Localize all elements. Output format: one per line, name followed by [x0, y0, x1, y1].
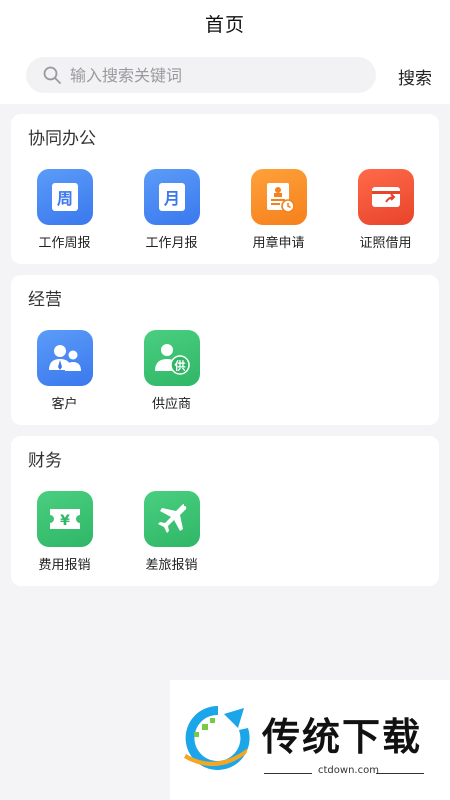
- tile-customer[interactable]: 客户: [11, 330, 118, 412]
- tile-weekly-report[interactable]: 周 工作周报: [11, 169, 118, 251]
- watermark-logo-icon: [184, 705, 250, 770]
- tile-label: 工作周报: [38, 236, 91, 251]
- svg-text:月: 月: [162, 189, 179, 208]
- tile-expense-reimbursement[interactable]: ¥ 费用报销: [11, 491, 118, 573]
- section-finance: 财务 ¥ 费用报销 差旅报销: [11, 436, 439, 586]
- section-collaboration: 协同办公 周 工作周报 月 工作月报 用章申请 证照借用: [11, 114, 439, 264]
- travel-reimbursement-icon: [143, 491, 200, 547]
- tile-supplier[interactable]: 供 供应商: [118, 330, 225, 412]
- tile-monthly-report[interactable]: 月 工作月报: [118, 169, 225, 251]
- search-input[interactable]: [70, 65, 340, 85]
- section-title: 财务: [28, 451, 62, 471]
- weekly-report-icon: 周: [36, 169, 93, 225]
- top-bar: 首页 搜索: [0, 0, 450, 104]
- section-title: 协同办公: [28, 129, 96, 149]
- supplier-icon: 供: [143, 330, 200, 386]
- svg-text:周: 周: [56, 189, 72, 208]
- tile-license-borrow[interactable]: 证照借用: [332, 169, 439, 251]
- tile-label: 费用报销: [38, 558, 91, 573]
- tile-label: 供应商: [151, 397, 191, 412]
- watermark-divider: [376, 773, 424, 774]
- section-title: 经营: [28, 290, 62, 310]
- tile-seal-application[interactable]: 用章申请: [225, 169, 332, 251]
- watermark-divider: [264, 773, 312, 774]
- search-icon: [43, 66, 61, 84]
- license-borrow-icon: [357, 169, 414, 225]
- tile-label: 差旅报销: [145, 558, 198, 573]
- customer-icon: [36, 330, 93, 386]
- tile-label: 用章申请: [252, 236, 305, 251]
- section-business: 经营 客户 供 供应商: [11, 275, 439, 425]
- expense-reimbursement-icon: ¥: [36, 491, 93, 547]
- seal-application-icon: [250, 169, 307, 225]
- watermark-brand: 传统下载: [262, 715, 423, 759]
- tile-label: 客户: [51, 397, 78, 412]
- svg-text:供: 供: [173, 359, 185, 373]
- search-button[interactable]: 搜索: [398, 64, 432, 89]
- search-bar[interactable]: [26, 57, 376, 93]
- page-title: 首页: [204, 14, 245, 36]
- tile-travel-reimbursement[interactable]: 差旅报销: [118, 491, 225, 573]
- tile-label: 证照借用: [359, 236, 412, 251]
- svg-text:¥: ¥: [60, 513, 70, 529]
- watermark: 传统下载 ctdown.com: [170, 680, 450, 800]
- monthly-report-icon: 月: [143, 169, 200, 225]
- watermark-site: ctdown.com: [318, 765, 379, 776]
- tile-label: 工作月报: [145, 236, 198, 251]
